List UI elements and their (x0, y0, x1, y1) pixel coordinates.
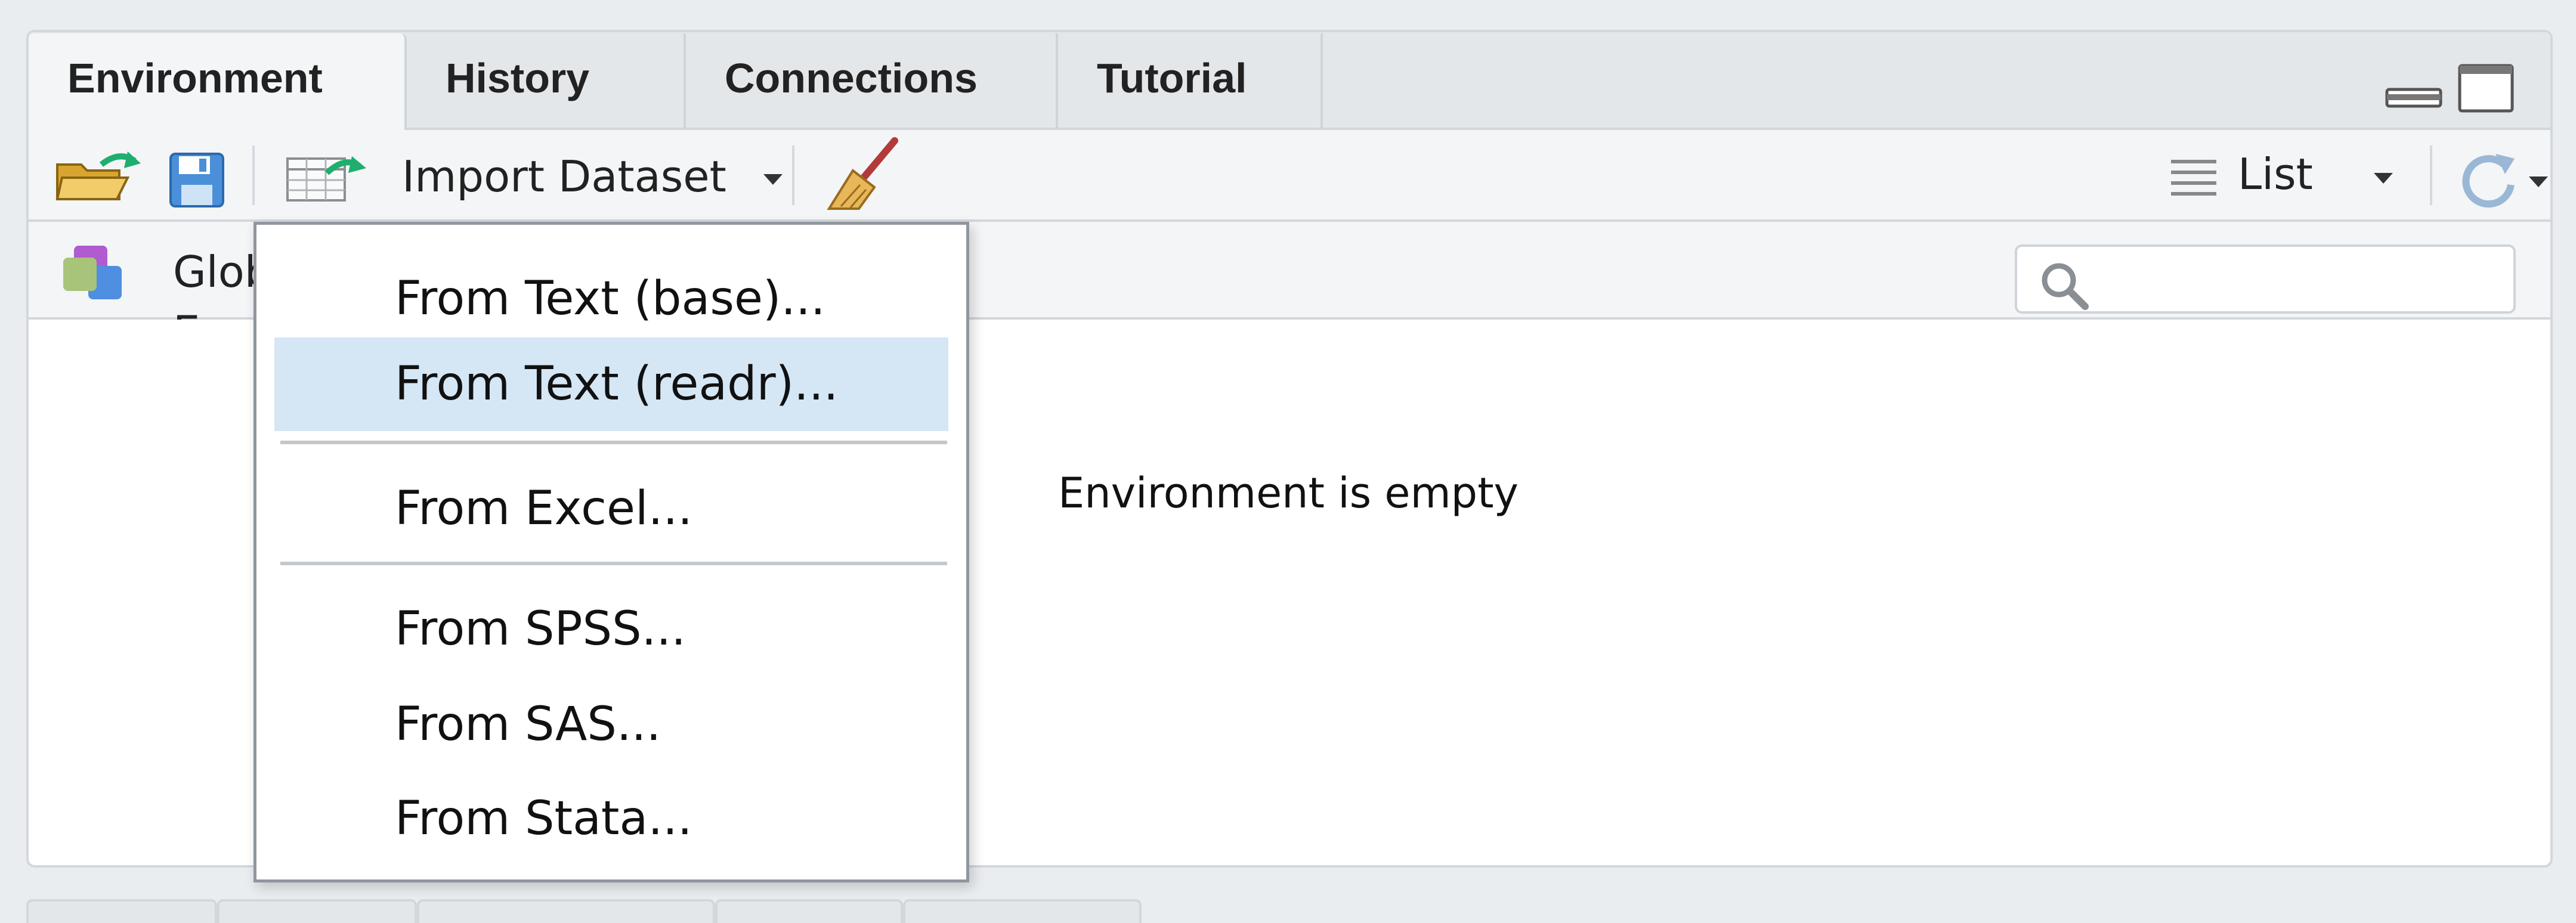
lower-pane-tab[interactable] (715, 899, 903, 923)
chevron-down-icon (2374, 173, 2393, 184)
import-dataset-button[interactable]: Import Dataset (285, 142, 798, 207)
import-dataset-menu: From Text (base)... From Text (readr)...… (253, 222, 969, 882)
menu-item-label: From Excel... (395, 482, 693, 535)
refresh-icon (2462, 154, 2515, 208)
menu-item-label: From Text (readr)... (395, 357, 839, 411)
empty-environment-message: Environment is empty (1058, 469, 1519, 518)
menu-item-label: From SPSS... (395, 602, 686, 656)
toolbar-separator (252, 145, 255, 205)
lower-pane-tab[interactable] (417, 899, 715, 923)
menu-item-from-text-base[interactable]: From Text (base)... (274, 252, 948, 346)
search-icon (2042, 263, 2089, 310)
lower-pane-tab[interactable] (217, 899, 417, 923)
clear-workspace-broom-icon[interactable] (817, 137, 907, 213)
environment-toolbar: Import Dataset List (29, 130, 2550, 222)
pane-tab-bar: Environment History Connections Tutorial (29, 32, 2550, 131)
tab-history[interactable]: History (407, 33, 686, 128)
view-mode-label: List (2238, 149, 2313, 199)
lower-pane-tab[interactable] (903, 899, 1142, 923)
import-dataset-label: Import Dataset (402, 151, 726, 202)
refresh-button[interactable] (2432, 142, 2552, 208)
load-workspace-icon[interactable] (54, 147, 143, 209)
menu-item-from-excel[interactable]: From Excel... (274, 462, 948, 556)
tab-history-label: History (446, 55, 590, 101)
lower-pane-tab[interactable] (26, 899, 217, 923)
tab-environment-label: Environment (67, 55, 323, 101)
tab-environment[interactable]: Environment (29, 33, 407, 131)
toolbar-separator (792, 145, 794, 205)
chevron-down-icon (2529, 176, 2548, 187)
tab-connections[interactable]: Connections (686, 33, 1058, 128)
tab-tutorial[interactable]: Tutorial (1058, 33, 1323, 128)
tab-tutorial-label: Tutorial (1097, 55, 1247, 101)
menu-item-label: From Stata... (395, 792, 692, 845)
view-mode-dropdown[interactable]: List (2170, 142, 2408, 207)
chevron-down-icon (763, 174, 783, 185)
menu-separator (280, 441, 947, 444)
import-table-icon (286, 156, 366, 202)
list-view-icon (2171, 160, 2216, 196)
menu-item-label: From Text (base)... (395, 272, 825, 326)
save-workspace-icon[interactable] (167, 150, 227, 212)
environment-icon (63, 246, 122, 299)
menu-item-from-spss[interactable]: From SPSS... (274, 583, 948, 676)
search-input[interactable] (2015, 244, 2516, 314)
maximize-icon[interactable] (2457, 63, 2517, 116)
menu-item-label: From SAS... (395, 698, 661, 751)
menu-item-from-sas[interactable]: From SAS... (274, 678, 948, 772)
tab-connections-label: Connections (725, 55, 978, 101)
menu-item-from-stata[interactable]: From Stata... (274, 772, 948, 866)
minimize-icon[interactable] (2385, 63, 2444, 113)
menu-separator (280, 562, 947, 565)
menu-item-from-text-readr[interactable]: From Text (readr)... (274, 337, 948, 431)
